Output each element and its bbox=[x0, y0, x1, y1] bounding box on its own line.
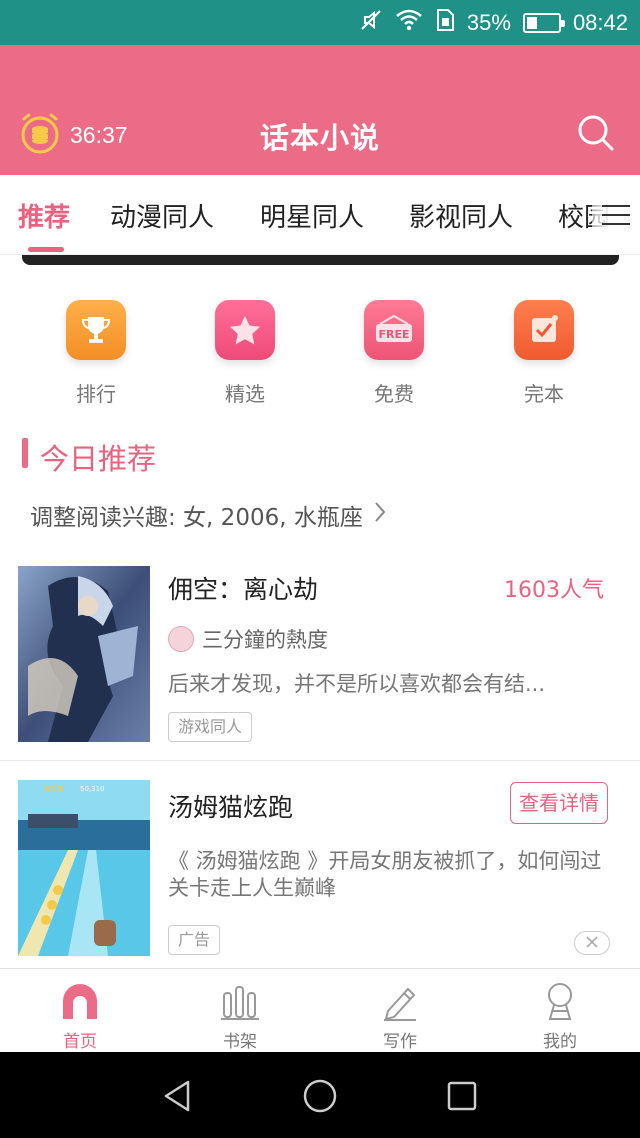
search-button[interactable] bbox=[576, 113, 616, 153]
ad-title: 汤姆猫炫跑 bbox=[168, 793, 294, 822]
home-icon bbox=[0, 979, 160, 1021]
battery-icon bbox=[522, 12, 565, 33]
mute-icon bbox=[359, 8, 383, 38]
interest-text: 调整阅读兴趣: 女, 2006, 水瓶座 bbox=[30, 505, 363, 531]
app-title: 话本小说 bbox=[259, 121, 380, 155]
ad-score: 50,310 bbox=[80, 785, 105, 793]
nav-bookshelf[interactable]: 书架 bbox=[160, 979, 320, 1052]
clock: 08:42 bbox=[572, 9, 628, 35]
section-title: 今日推荐 bbox=[40, 442, 157, 476]
book-description: 后来才发现，并不是所以喜欢都会有结... bbox=[168, 672, 546, 696]
nav-profile[interactable]: 我的 bbox=[480, 979, 640, 1052]
check-icon bbox=[514, 300, 574, 360]
adjust-interest-link[interactable]: 调整阅读兴趣: 女, 2006, 水瓶座 bbox=[30, 498, 387, 532]
section-marker bbox=[22, 438, 28, 468]
author-avatar bbox=[168, 626, 194, 652]
search-icon bbox=[576, 115, 616, 157]
ad-multiplier: X15 bbox=[44, 785, 63, 795]
pen-icon bbox=[320, 979, 480, 1021]
quick-link-ranking[interactable]: 排行 bbox=[36, 300, 156, 407]
home-circle-icon[interactable] bbox=[302, 1078, 338, 1118]
quick-link-label: 精选 bbox=[225, 382, 265, 406]
book-title: 佣空：离心劫 bbox=[168, 575, 319, 604]
recents-icon[interactable] bbox=[446, 1080, 478, 1116]
quick-link-label: 免费 bbox=[374, 382, 414, 406]
nav-label: 首页 bbox=[63, 1032, 97, 1052]
tab-film-fanfic[interactable]: 影视同人 bbox=[409, 197, 513, 234]
tab-celebrity-fanfic[interactable]: 明星同人 bbox=[260, 197, 364, 234]
nav-home[interactable]: 首页 bbox=[0, 979, 160, 1052]
status-bar: 35% 08:42 bbox=[0, 0, 640, 45]
nav-write[interactable]: 写作 bbox=[320, 979, 480, 1052]
popularity-count: 1603人气 bbox=[504, 578, 604, 603]
book-card[interactable]: 佣空：离心劫 1603人气 三分鐘的熱度 后来才发现，并不是所以喜欢都会有结..… bbox=[0, 566, 640, 742]
banner-carousel[interactable] bbox=[22, 255, 619, 265]
tab-anime-fanfic[interactable]: 动漫同人 bbox=[110, 197, 214, 234]
nav-label: 我的 bbox=[543, 1032, 577, 1052]
ad-card[interactable]: X15 50,310 汤姆猫炫跑 查看详情 《 汤姆猫炫跑 》开局女朋友被抓了，… bbox=[0, 780, 640, 956]
back-icon[interactable] bbox=[160, 1078, 196, 1118]
author-name: 三分鐘的熱度 bbox=[202, 628, 328, 652]
view-details-button[interactable]: 查看详情 bbox=[510, 782, 608, 824]
book-cover[interactable] bbox=[18, 566, 150, 742]
genre-tag[interactable]: 游戏同人 bbox=[168, 712, 253, 742]
menu-icon bbox=[602, 205, 630, 207]
ad-tag: 广告 bbox=[168, 925, 221, 955]
quick-link-featured[interactable]: 精选 bbox=[185, 300, 305, 407]
trophy-icon bbox=[66, 300, 126, 360]
active-tab-indicator bbox=[28, 247, 64, 252]
wifi-icon bbox=[395, 9, 423, 37]
app-header: 36:37 话本小说 bbox=[0, 45, 640, 175]
nav-label: 写作 bbox=[383, 1032, 417, 1052]
ad-cover[interactable]: X15 50,310 bbox=[18, 780, 150, 956]
close-icon bbox=[585, 934, 599, 953]
profile-icon bbox=[480, 979, 640, 1021]
category-menu-button[interactable] bbox=[592, 175, 640, 254]
bottom-navigation: 首页 书架 写作 我的 bbox=[0, 968, 640, 1052]
ad-description: 《 汤姆猫炫跑 》开局女朋友被抓了，如何闯过关卡走上人生巅峰 bbox=[168, 849, 602, 900]
quick-link-free[interactable]: FREE 免费 bbox=[334, 300, 454, 407]
author-row: 三分鐘的熱度 bbox=[168, 624, 328, 654]
divider bbox=[0, 760, 640, 761]
star-icon bbox=[215, 300, 275, 360]
bookshelf-icon bbox=[160, 979, 320, 1021]
close-ad-button[interactable] bbox=[574, 931, 610, 955]
svg-text:FREE: FREE bbox=[378, 328, 409, 341]
tab-recommend[interactable]: 推荐 bbox=[18, 197, 70, 234]
chevron-right-icon bbox=[373, 500, 387, 530]
quick-link-label: 完本 bbox=[524, 382, 564, 406]
nav-label: 书架 bbox=[223, 1032, 257, 1052]
sim-icon bbox=[435, 8, 455, 38]
category-tabs: 推荐 动漫同人 明星同人 影视同人 校园 bbox=[0, 175, 640, 255]
quick-link-label: 排行 bbox=[76, 382, 116, 406]
system-navigation-bar bbox=[0, 1052, 640, 1138]
free-icon: FREE bbox=[364, 300, 424, 360]
battery-percent: 35% bbox=[466, 9, 511, 35]
quick-link-completed[interactable]: 完本 bbox=[484, 300, 604, 407]
